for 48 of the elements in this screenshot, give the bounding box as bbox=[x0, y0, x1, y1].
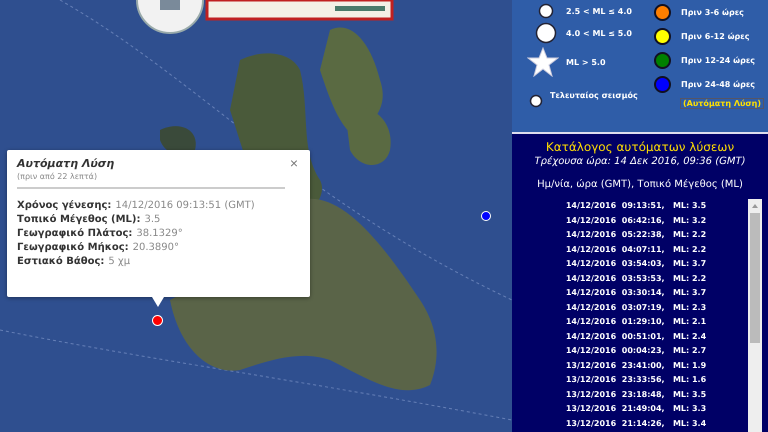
popup-subtitle: (πριν από 22 λεπτά) bbox=[17, 172, 98, 181]
earthquake-entry[interactable]: 13/12/2016 21:49:04, ML: 3.3 bbox=[566, 402, 706, 416]
legend-label: Πριν 12-24 ώρες bbox=[681, 56, 756, 64]
legend-label: Πριν 24-48 ώρες bbox=[681, 80, 756, 88]
earthquake-entry[interactable]: 14/12/2016 05:22:38, ML: 2.2 bbox=[566, 228, 706, 242]
field-value: 5 χμ bbox=[108, 256, 130, 267]
field-label: Χρόνος γένεσης: bbox=[17, 200, 112, 211]
earthquake-entry[interactable]: 14/12/2016 03:30:14, ML: 3.7 bbox=[566, 286, 706, 300]
column-header: Ημ/νία, ώρα (GMT), Τοπικό Μέγεθος (ML) bbox=[537, 179, 743, 190]
field-label: Γεωγραφικό Πλάτος: bbox=[17, 228, 132, 239]
earthquake-entry[interactable]: 13/12/2016 23:33:56, ML: 1.6 bbox=[566, 373, 706, 388]
earthquake-entry[interactable]: 14/12/2016 03:53:53, ML: 2.2 bbox=[566, 272, 706, 286]
legend-label: ML > 5.0 bbox=[566, 58, 606, 66]
legend-label: Τελευταίος σεισμός bbox=[550, 91, 638, 102]
earthquake-entry[interactable]: 14/12/2016 00:04:23, ML: 2.7 bbox=[566, 344, 706, 358]
earthquake-entry[interactable]: 14/12/2016 04:07:11, ML: 2.2 bbox=[566, 242, 706, 257]
earthquake-entry[interactable]: 13/12/2016 23:41:00, ML: 1.9 bbox=[566, 358, 706, 373]
earthquake-entry[interactable]: 14/12/2016 09:13:51, ML: 3.5 bbox=[566, 199, 706, 214]
earthquake-entry[interactable]: 14/12/2016 00:51:01, ML: 2.4 bbox=[566, 330, 706, 344]
legend-note: (Αυτόματη Λύση) bbox=[680, 98, 764, 109]
field-label: Τοπικό Μέγεθος (ML): bbox=[17, 214, 140, 225]
legend-label: Πριν 6-12 ώρες bbox=[681, 32, 750, 40]
legend-label: 2.5 < ML ≤ 4.0 bbox=[566, 6, 632, 16]
earthquake-entry[interactable]: 13/12/2016 23:18:48, ML: 3.5 bbox=[566, 388, 706, 402]
field-value: 20.3890° bbox=[132, 242, 179, 253]
scroll-up-icon bbox=[750, 202, 760, 210]
field-label: Εστιακό Βάθος: bbox=[17, 256, 104, 267]
field-label: Γεωγραφικό Μήκος: bbox=[17, 242, 129, 253]
earthquake-entry[interactable]: 14/12/2016 03:07:19, ML: 2.3 bbox=[566, 300, 706, 315]
current-time: Τρέχουσα ώρα: 14 Δεκ 2016, 09:36 (GMT) bbox=[534, 156, 746, 167]
catalog-title: Κατάλογος αυτόματων λύσεων bbox=[546, 140, 734, 154]
scrollbar[interactable] bbox=[748, 199, 762, 432]
legend-label: 4.0 < ML ≤ 5.0 bbox=[566, 28, 632, 38]
circle-icon bbox=[535, 22, 557, 44]
earthquake-entry[interactable]: 14/12/2016 01:29:10, ML: 2.1 bbox=[566, 315, 706, 330]
scrollbar-thumb[interactable] bbox=[750, 213, 760, 343]
popup-title: Αυτόματη Λύση bbox=[17, 156, 114, 170]
field-value: 14/12/2016 09:13:51 (GMT) bbox=[115, 200, 255, 211]
earthquake-entry[interactable]: 14/12/2016 06:42:16, ML: 3.2 bbox=[566, 214, 706, 228]
earthquake-entry[interactable]: 13/12/2016 21:14:26, ML: 3.4 bbox=[566, 416, 706, 431]
legend-label: Πριν 3-6 ώρες bbox=[681, 8, 744, 16]
field-value: 3.5 bbox=[144, 214, 160, 225]
star-icon bbox=[527, 47, 559, 77]
field-value: 38.1329° bbox=[136, 228, 183, 239]
close-button[interactable]: × bbox=[290, 156, 298, 170]
circle-icon bbox=[538, 3, 554, 19]
earthquake-entry[interactable]: 14/12/2016 03:54:03, ML: 3.7 bbox=[566, 257, 706, 272]
circle-icon bbox=[529, 94, 543, 108]
